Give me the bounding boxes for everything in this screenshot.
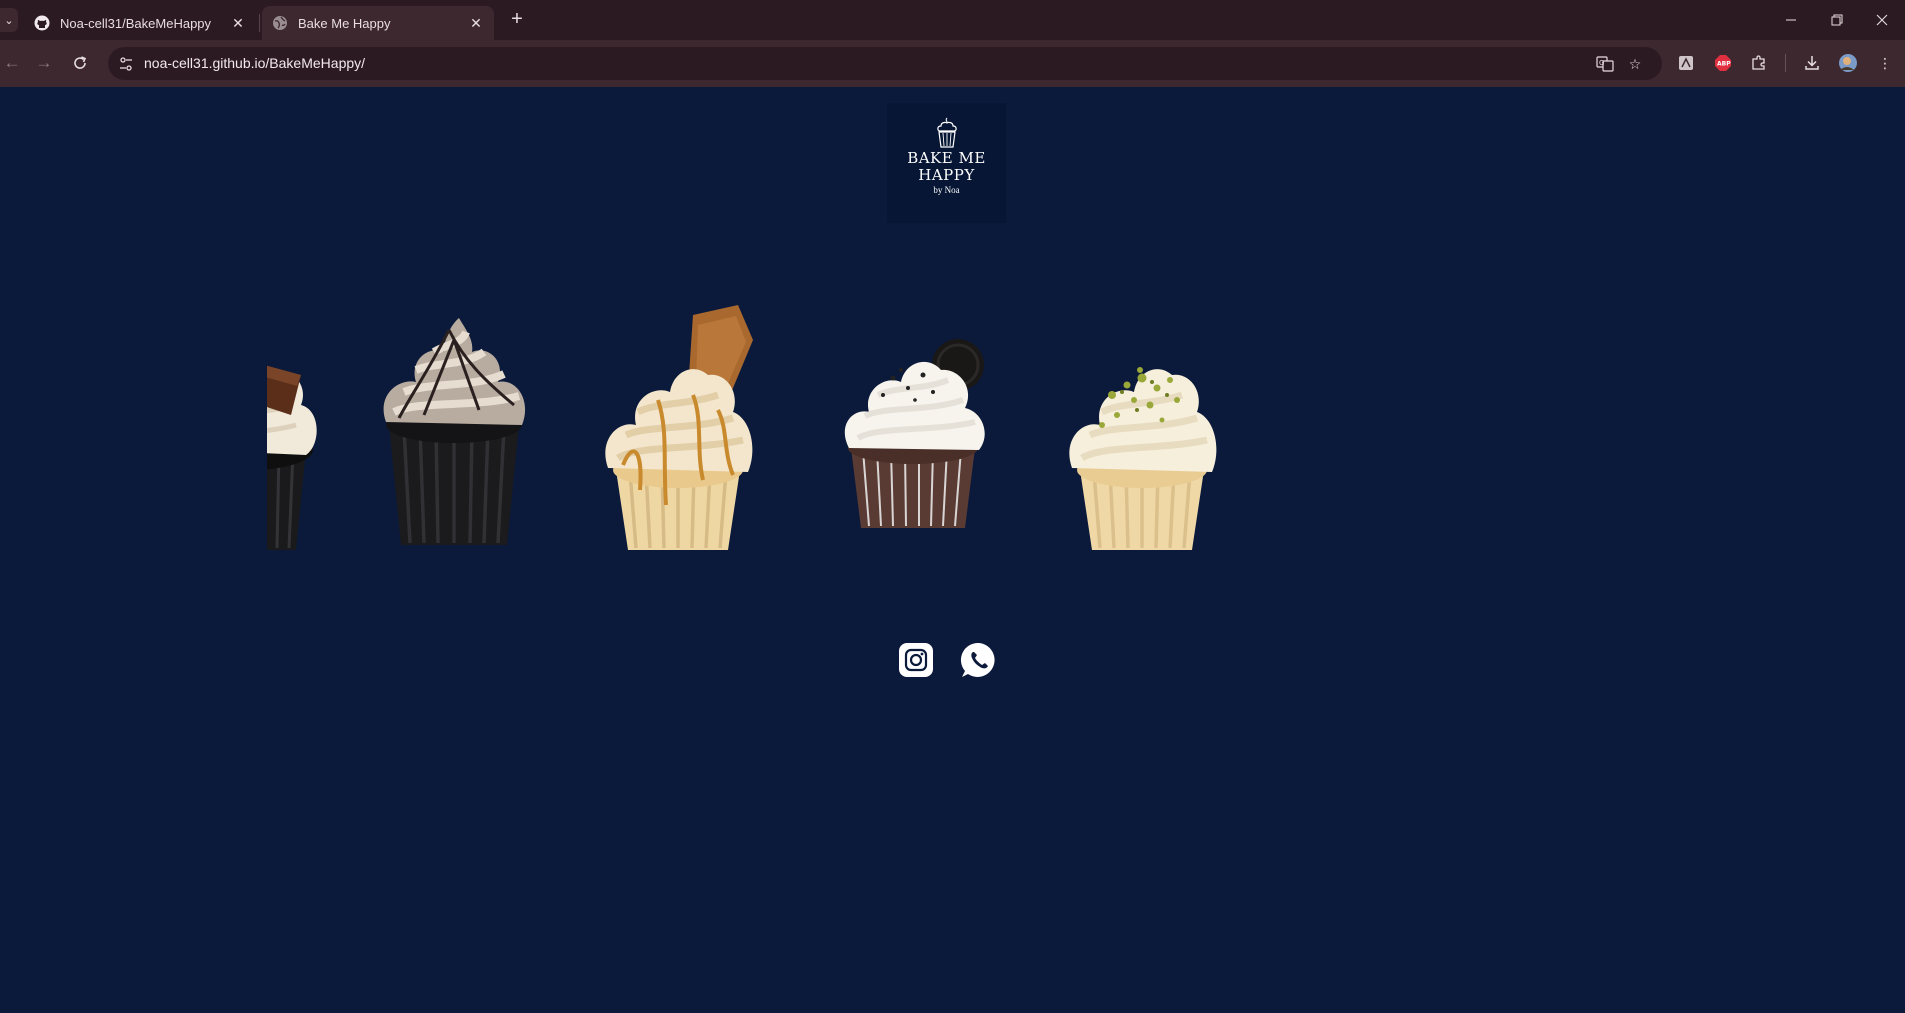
minimize-button[interactable] (1768, 0, 1814, 40)
site-info-icon[interactable] (116, 54, 136, 74)
close-window-button[interactable] (1859, 0, 1905, 40)
toolbar-separator (1785, 54, 1786, 72)
cupcake-carousel (267, 300, 1277, 560)
restore-button[interactable] (1814, 0, 1860, 40)
lotus-biscoff-cupcake[interactable] (578, 300, 778, 560)
tab-title: Bake Me Happy (298, 15, 391, 31)
adblock-icon[interactable]: ABP (1712, 52, 1734, 74)
back-button[interactable]: ← (0, 51, 24, 75)
whatsapp-icon[interactable] (959, 640, 999, 680)
chocolate-swirl-cupcake[interactable] (354, 300, 554, 560)
tab-title: Noa-cell31/BakeMeHappy (60, 15, 212, 31)
instagram-icon[interactable] (896, 640, 936, 680)
puzzle-icon[interactable] (1748, 52, 1770, 74)
close-icon[interactable]: ✕ (468, 15, 484, 31)
url-text: noa-cell31.github.io/BakeMeHappy/ (144, 55, 366, 71)
bookmark-star-icon[interactable]: ☆ (1625, 54, 1645, 74)
github-icon (34, 15, 50, 31)
globe-icon (272, 15, 288, 31)
address-bar[interactable]: noa-cell31.github.io/BakeMeHappy/ G ☆ (108, 47, 1662, 80)
forward-button[interactable]: → (32, 51, 56, 75)
tab-bake-me-happy[interactable]: Bake Me Happy ✕ (262, 6, 494, 40)
svg-text:ABP: ABP (1717, 61, 1731, 68)
svg-text:G: G (1599, 59, 1604, 67)
tab-search-button[interactable]: ⌄ (0, 8, 18, 32)
download-icon[interactable] (1801, 52, 1823, 74)
reload-button[interactable] (68, 51, 92, 75)
tab-github[interactable]: Noa-cell31/BakeMeHappy ✕ (24, 6, 256, 40)
chocolate-bar-cupcake[interactable] (267, 300, 351, 560)
logo-title-line1: BAKE ME (907, 149, 986, 167)
extension-icon[interactable] (1675, 52, 1697, 74)
translate-icon[interactable]: G (1595, 54, 1615, 74)
logo-byline: by Noa (933, 185, 960, 195)
site-logo[interactable]: BAKE ME HAPPY by Noa (887, 103, 1006, 223)
cupcake-logo-icon (936, 117, 957, 148)
pistachio-cupcake[interactable] (1042, 300, 1242, 560)
profile-avatar-icon[interactable] (1837, 52, 1859, 74)
menu-icon[interactable]: ⋮ (1874, 52, 1896, 74)
tab-separator (259, 14, 260, 32)
close-icon[interactable]: ✕ (230, 15, 246, 31)
logo-title-line2: HAPPY (918, 166, 975, 184)
oreo-cupcake[interactable] (813, 300, 1013, 560)
new-tab-button[interactable]: + (506, 9, 528, 31)
